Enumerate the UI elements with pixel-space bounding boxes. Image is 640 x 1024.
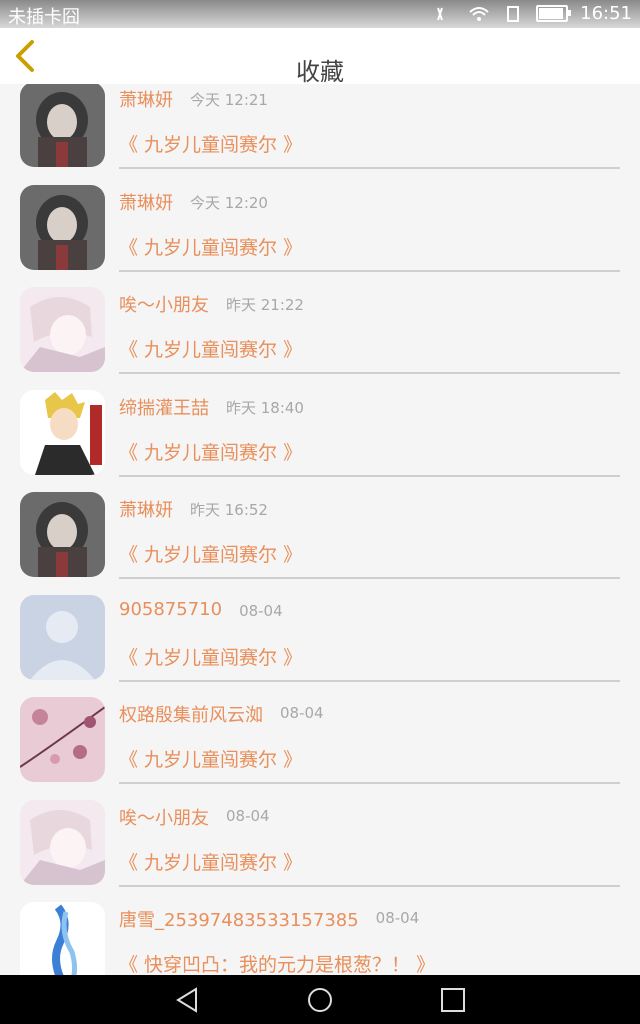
user-name[interactable]: 权路殷集前风云洳: [119, 701, 263, 727]
avatar[interactable]: [20, 594, 105, 680]
avatar[interactable]: [20, 184, 105, 270]
divider: [119, 884, 620, 887]
navigation-bar: [0, 975, 640, 1024]
list-item[interactable]: 缔揣灌王喆 昨天 18:40 《 九岁儿童闯赛尔 》: [0, 380, 640, 483]
list-item[interactable]: 唐雪_25397483533157385 08-04 《 快穿凹凸：我的元力是根葱？…: [0, 892, 640, 975]
divider: [119, 679, 620, 682]
avatar[interactable]: [20, 287, 105, 372]
list-item[interactable]: 萧琳妍 今天 12:20 《 九岁儿童闯赛尔 》: [0, 175, 640, 278]
avatar[interactable]: [20, 902, 105, 975]
book-title-link[interactable]: 《 九岁儿童闯赛尔 》: [119, 848, 302, 875]
sim-icon: [507, 5, 520, 22]
user-name[interactable]: 萧琳妍: [119, 496, 173, 522]
list-item[interactable]: 905875710 08-04 《 九岁儿童闯赛尔 》: [0, 585, 640, 688]
book-title-link[interactable]: 《 九岁儿童闯赛尔 》: [119, 233, 302, 260]
vibrate-icon: [437, 7, 444, 20]
header-bar: 收藏: [0, 28, 640, 86]
avatar[interactable]: [20, 84, 105, 167]
status-bar: 未插卡囧 16:51: [0, 0, 640, 28]
user-name[interactable]: 缔揣灌王喆: [119, 394, 209, 420]
home-nav-icon[interactable]: [307, 987, 333, 1013]
divider: [119, 577, 620, 579]
list-item[interactable]: 权路殷集前风云洳 08-04 《 九岁儿童闯赛尔 》: [0, 687, 640, 790]
avatar[interactable]: [20, 799, 105, 885]
favorites-list[interactable]: 萧琳妍 今天 12:21 《 九岁儿童闯赛尔 》萧琳妍 今天 12:20 《 九岁儿童闯…: [0, 84, 640, 975]
avatar[interactable]: [20, 492, 105, 577]
page-title: 收藏: [296, 58, 344, 86]
status-time: 16:51: [580, 3, 632, 24]
list-item[interactable]: 萧琳妍 昨天 16:52 《 九岁儿童闯赛尔 》: [0, 482, 640, 585]
divider: [119, 782, 620, 784]
user-name[interactable]: 萧琳妍: [119, 86, 173, 112]
status-icons: 16:51: [434, 3, 632, 24]
user-name[interactable]: 萧琳妍: [119, 189, 173, 215]
user-name[interactable]: 唉～小朋友: [119, 804, 209, 830]
wifi-icon: [469, 6, 489, 21]
timestamp: 昨天 21:22: [225, 296, 304, 314]
user-name[interactable]: 唉～小朋友: [119, 291, 209, 317]
book-title-link[interactable]: 《 九岁儿童闯赛尔 》: [119, 130, 302, 157]
user-name[interactable]: 唐雪_25397483533157385: [119, 906, 359, 932]
list-item[interactable]: 唉～小朋友 昨天 21:22 《 九岁儿童闯赛尔 》: [0, 277, 640, 380]
list-item[interactable]: 萧琳妍 今天 12:21 《 九岁儿童闯赛尔 》: [0, 84, 640, 175]
divider: [119, 167, 620, 169]
book-title-link[interactable]: 《 快穿凹凸：我的元力是根葱？！ 》: [119, 950, 435, 975]
timestamp: 08-04: [279, 704, 324, 722]
avatar[interactable]: [20, 389, 105, 475]
book-title-link[interactable]: 《 九岁儿童闯赛尔 》: [119, 540, 302, 567]
battery-icon: [536, 5, 572, 22]
timestamp: 昨天 16:52: [189, 501, 268, 519]
book-title-link[interactable]: 《 九岁儿童闯赛尔 》: [119, 745, 302, 772]
user-name[interactable]: 905875710: [119, 599, 222, 620]
book-title-link[interactable]: 《 九岁儿童闯赛尔 》: [119, 643, 302, 670]
timestamp: 08-04: [239, 601, 283, 620]
divider: [119, 372, 620, 374]
avatar[interactable]: [20, 697, 105, 782]
list-item[interactable]: 唉～小朋友 08-04 《 九岁儿童闯赛尔 》: [0, 790, 640, 893]
book-title-link[interactable]: 《 九岁儿童闯赛尔 》: [119, 438, 302, 465]
back-nav-icon[interactable]: [174, 987, 200, 1013]
timestamp: 昨天 18:40: [225, 398, 304, 417]
divider: [119, 474, 620, 477]
timestamp: 今天 12:20: [189, 193, 268, 212]
carrier-label: 未插卡囧: [8, 7, 80, 28]
divider: [119, 269, 620, 272]
timestamp: 今天 12:21: [189, 91, 268, 109]
timestamp: 08-04: [225, 806, 270, 825]
timestamp: 08-04: [375, 909, 420, 927]
recents-nav-icon[interactable]: [440, 987, 466, 1013]
book-title-link[interactable]: 《 九岁儿童闯赛尔 》: [119, 335, 302, 362]
